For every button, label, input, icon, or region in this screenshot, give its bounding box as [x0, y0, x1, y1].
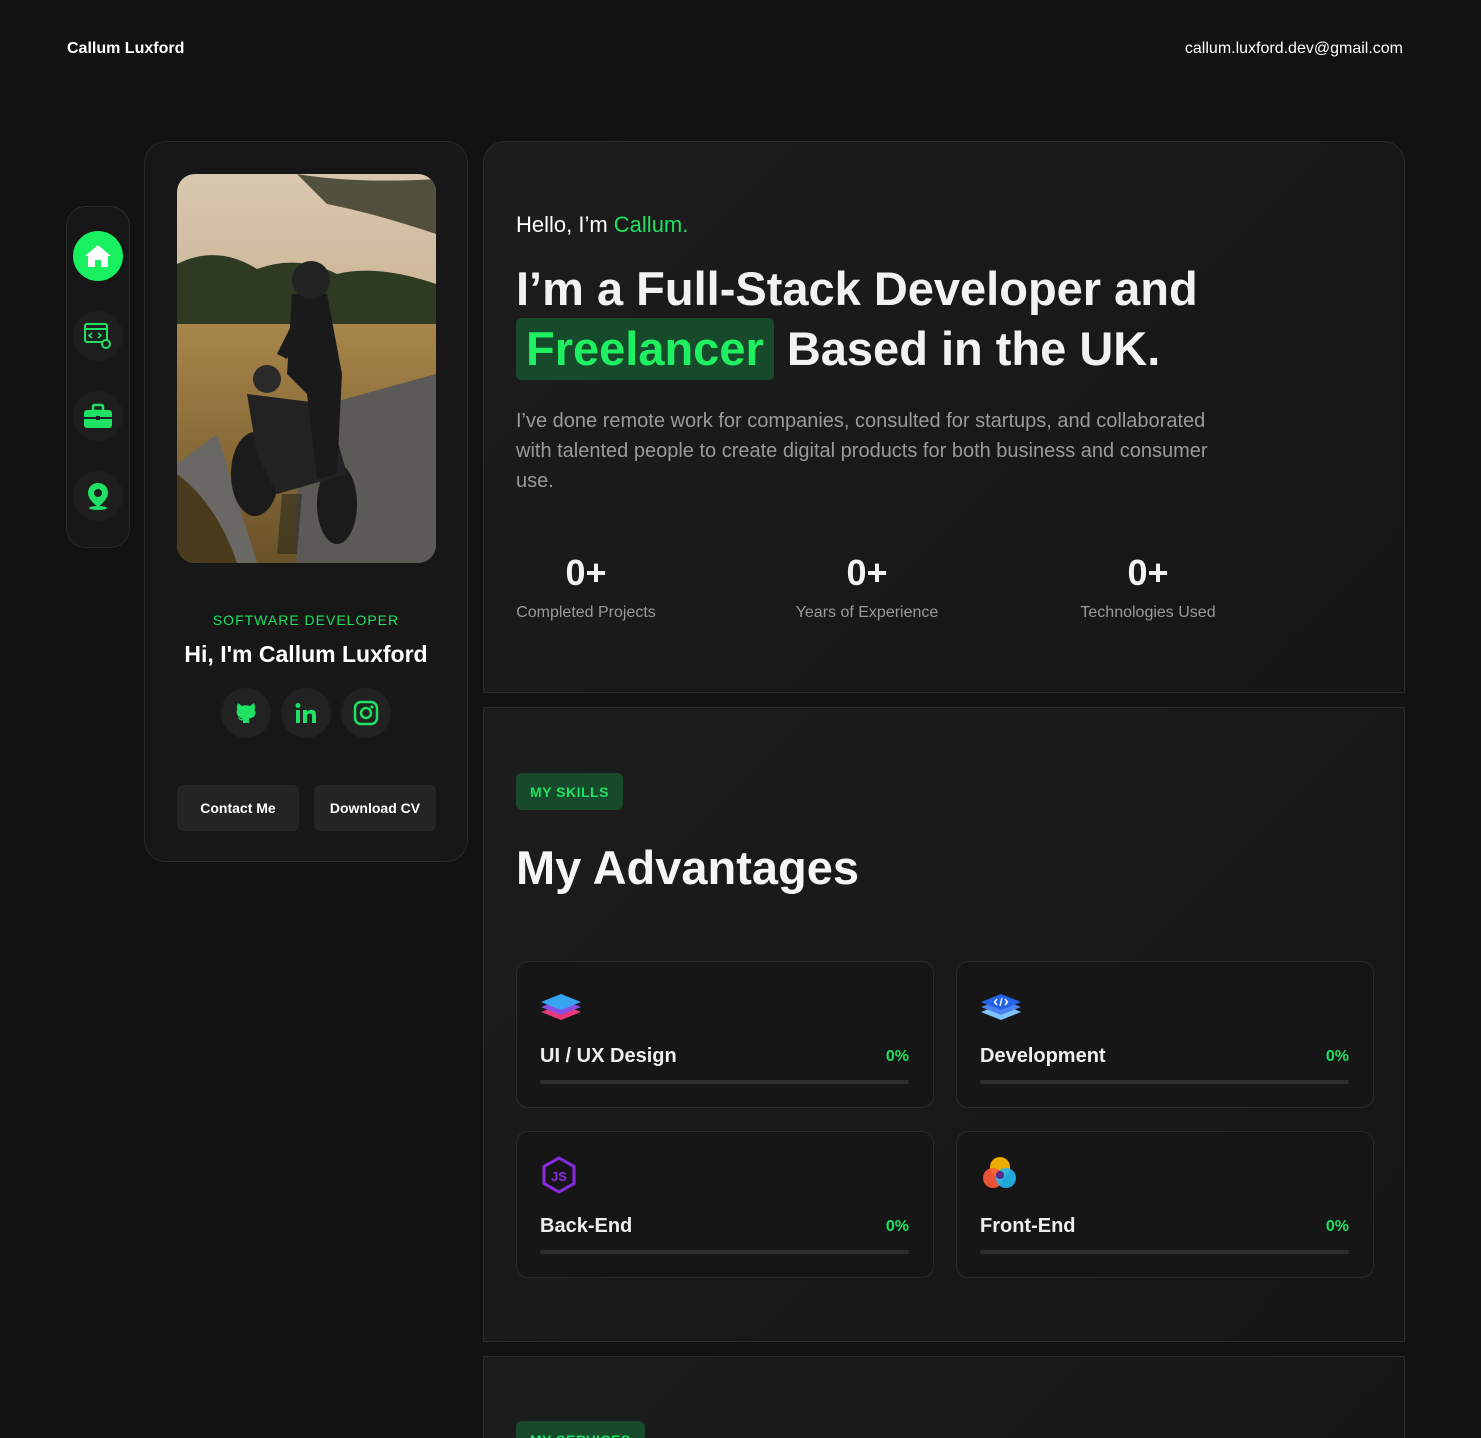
color-circles-icon [983, 1157, 1016, 1188]
hello-text: Hello, I’m Callum. [516, 212, 688, 238]
skill-percent: 0% [1325, 1048, 1349, 1065]
skill-percent: 0% [885, 1218, 909, 1235]
headline-highlight: Freelancer [516, 318, 774, 380]
code-layers-icon [981, 994, 1021, 1020]
stat-label: Completed Projects [516, 604, 656, 621]
side-nav [66, 206, 130, 548]
stat-label: Technologies Used [1080, 604, 1216, 621]
nav-home-button[interactable] [73, 231, 123, 281]
skill-percent: 0% [1325, 1218, 1349, 1235]
svg-text:JS: JS [551, 1169, 567, 1184]
headline-line1: I’m a Full-Stack Developer and [516, 262, 1198, 315]
skill-card-ui-ux: UI / UX Design 0% [516, 961, 934, 1108]
nav-work-button[interactable] [73, 391, 123, 441]
skill-name: UI / UX Design [540, 1045, 677, 1067]
skill-progress-bar [540, 1080, 909, 1084]
intro-paragraph: I’ve done remote work for companies, con… [516, 410, 1208, 492]
skills-title: My Advantages [516, 841, 860, 894]
code-settings-icon [84, 323, 111, 349]
instagram-link[interactable] [341, 688, 391, 738]
role-label: SOFTWARE DEVELOPER [212, 612, 400, 628]
download-cv-button[interactable]: Download CV [314, 785, 436, 831]
location-pin-icon [88, 483, 108, 510]
stat-value: 0+ [846, 552, 888, 593]
nav-location-button[interactable] [73, 471, 123, 521]
email-link[interactable]: callum.luxford.dev@gmail.com [1185, 40, 1403, 58]
stat-value: 0+ [1127, 552, 1169, 593]
github-icon [236, 703, 256, 723]
contact-me-button[interactable]: Contact Me [177, 785, 299, 831]
profile-card: SOFTWARE DEVELOPER Hi, I'm Callum Luxfor… [144, 141, 468, 862]
stat-years-experience: 0+ Years of Experience [791, 552, 943, 622]
instagram-icon [353, 700, 379, 726]
home-icon [85, 245, 111, 267]
skill-progress-bar [980, 1250, 1349, 1254]
skill-progress-bar [540, 1250, 909, 1254]
nav-skills-button[interactable] [73, 311, 123, 361]
services-section: MY SERVICES [483, 1356, 1405, 1438]
skills-tag: MY SKILLS [516, 773, 623, 810]
skill-progress-bar [980, 1080, 1349, 1084]
skill-card-back-end: JS Back-End 0% [516, 1131, 934, 1278]
hero-section: Hello, I’m Callum. I’m a Full-Stack Deve… [483, 141, 1405, 693]
stat-technologies-used: 0+ Technologies Used [1076, 552, 1220, 622]
services-tag: MY SERVICES [516, 1421, 645, 1438]
skill-card-front-end: Front-End 0% [956, 1131, 1374, 1278]
nodejs-icon: JS [542, 1156, 576, 1194]
profile-photo [177, 174, 436, 563]
headline-rest: Based in the UK. [786, 322, 1161, 375]
social-links [221, 688, 391, 738]
hero-headline: I’m a Full-Stack Developer and Freelance… [516, 260, 1236, 380]
stat-completed-projects: 0+ Completed Projects [516, 552, 656, 622]
skill-name: Back-End [540, 1215, 633, 1237]
skill-percent: 0% [885, 1048, 909, 1065]
stat-label: Years of Experience [795, 604, 939, 621]
stat-value: 0+ [565, 552, 607, 593]
briefcase-icon [84, 403, 112, 428]
profile-greeting: Hi, I'm Callum Luxford [184, 641, 428, 667]
layers-icon [541, 994, 581, 1020]
skill-name: Development [980, 1045, 1106, 1067]
hello-name: Callum. [613, 212, 689, 237]
skill-name: Front-End [980, 1215, 1076, 1237]
skill-card-development: Development 0% [956, 961, 1374, 1108]
github-link[interactable] [221, 688, 271, 738]
linkedin-link[interactable] [281, 688, 331, 738]
brand-name[interactable]: Callum Luxford [67, 40, 184, 58]
hello-prefix: Hello, I’m [516, 212, 614, 237]
linkedin-icon [295, 703, 316, 723]
skills-section: MY SKILLS My Advantages UI / UX Design 0… [483, 707, 1405, 1342]
